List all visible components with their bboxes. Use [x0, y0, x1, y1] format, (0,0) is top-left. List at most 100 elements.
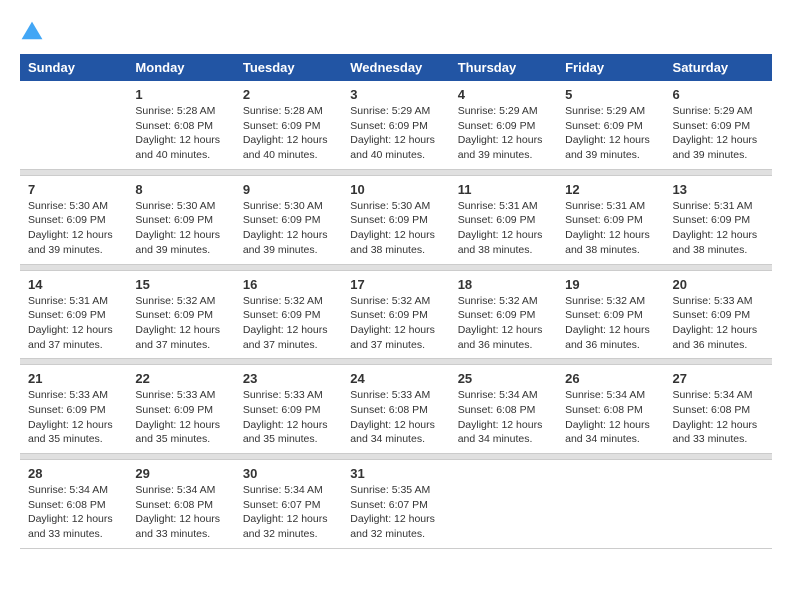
cell-content-line: and 39 minutes.: [135, 243, 226, 258]
cell-content-line: Daylight: 12 hours: [135, 133, 226, 148]
cell-content-line: Sunset: 6:09 PM: [565, 119, 656, 134]
day-number: 14: [28, 277, 119, 292]
calendar-cell: 15Sunrise: 5:32 AMSunset: 6:09 PMDayligh…: [127, 270, 234, 359]
cell-content-line: Daylight: 12 hours: [565, 418, 656, 433]
cell-content-line: and 33 minutes.: [135, 527, 226, 542]
calendar-table: SundayMondayTuesdayWednesdayThursdayFrid…: [20, 54, 772, 549]
cell-content-line: Sunrise: 5:33 AM: [135, 388, 226, 403]
cell-content-line: and 37 minutes.: [28, 338, 119, 353]
calendar-cell: 4Sunrise: 5:29 AMSunset: 6:09 PMDaylight…: [450, 81, 557, 169]
cell-content-line: Daylight: 12 hours: [458, 323, 549, 338]
calendar-cell: 6 Sunrise: 5:29 AMSunset: 6:09 PMDaylight…: [665, 81, 772, 169]
day-number: 27: [673, 371, 764, 386]
cell-content-line: and 36 minutes.: [458, 338, 549, 353]
cell-content-line: Daylight: 12 hours: [673, 228, 764, 243]
cell-content-line: Daylight: 12 hours: [243, 323, 334, 338]
cell-content-line: Daylight: 12 hours: [673, 133, 764, 148]
cell-content-line: Sunset: 6:09 PM: [135, 403, 226, 418]
cell-content-line: Sunset: 6:08 PM: [565, 403, 656, 418]
day-number: 11: [458, 182, 549, 197]
calendar-cell: 2Sunrise: 5:28 AMSunset: 6:09 PMDaylight…: [235, 81, 342, 169]
cell-content-line: and 35 minutes.: [243, 432, 334, 447]
day-number: 26: [565, 371, 656, 386]
cell-content-line: Sunset: 6:09 PM: [243, 213, 334, 228]
cell-content-line: and 39 minutes.: [458, 148, 549, 163]
logo-icon: [20, 20, 44, 44]
cell-content-line: Daylight: 12 hours: [243, 512, 334, 527]
calendar-cell: 5Sunrise: 5:29 AMSunset: 6:09 PMDaylight…: [557, 81, 664, 169]
cell-content-line: Sunset: 6:08 PM: [135, 498, 226, 513]
cell-content-line: Sunset: 6:09 PM: [565, 308, 656, 323]
calendar-cell: 11Sunrise: 5:31 AMSunset: 6:09 PMDayligh…: [450, 175, 557, 264]
cell-content-line: Daylight: 12 hours: [673, 323, 764, 338]
cell-content-line: Sunset: 6:07 PM: [243, 498, 334, 513]
day-number: 9: [243, 182, 334, 197]
day-number: 22: [135, 371, 226, 386]
cell-content-line: and 38 minutes.: [565, 243, 656, 258]
cell-content-line: Sunrise: 5:29 AM: [673, 104, 764, 119]
cell-content-line: Sunrise: 5:31 AM: [565, 199, 656, 214]
calendar-cell: 26Sunrise: 5:34 AMSunset: 6:08 PMDayligh…: [557, 365, 664, 454]
cell-content-line: Sunset: 6:09 PM: [350, 213, 441, 228]
cell-content-line: Sunrise: 5:32 AM: [135, 294, 226, 309]
cell-content-line: Sunset: 6:07 PM: [350, 498, 441, 513]
calendar-cell: 10Sunrise: 5:30 AMSunset: 6:09 PMDayligh…: [342, 175, 449, 264]
day-number: 8: [135, 182, 226, 197]
cell-content-line: Daylight: 12 hours: [28, 323, 119, 338]
cell-content-line: and 33 minutes.: [28, 527, 119, 542]
cell-content-line: and 39 minutes.: [243, 243, 334, 258]
cell-content-line: Daylight: 12 hours: [28, 418, 119, 433]
page-header: [20, 20, 772, 44]
cell-content-line: Daylight: 12 hours: [565, 323, 656, 338]
day-number: 7: [28, 182, 119, 197]
cell-content-line: Sunrise: 5:31 AM: [673, 199, 764, 214]
cell-content-line: and 38 minutes.: [350, 243, 441, 258]
day-number: 20: [673, 277, 764, 292]
day-number: 15: [135, 277, 226, 292]
cell-content-line: and 39 minutes.: [565, 148, 656, 163]
cell-content-line: Sunset: 6:09 PM: [673, 119, 764, 134]
day-number: 28: [28, 466, 119, 481]
cell-content-line: Daylight: 12 hours: [135, 228, 226, 243]
cell-content-line: Sunrise: 5:31 AM: [28, 294, 119, 309]
calendar-week-row: 14Sunrise: 5:31 AMSunset: 6:09 PMDayligh…: [20, 270, 772, 359]
calendar-cell: [450, 460, 557, 549]
cell-content-line: Daylight: 12 hours: [458, 133, 549, 148]
cell-content-line: Sunset: 6:09 PM: [673, 213, 764, 228]
cell-content-line: Daylight: 12 hours: [243, 418, 334, 433]
cell-content-line: Sunrise: 5:35 AM: [350, 483, 441, 498]
cell-content-line: Sunset: 6:09 PM: [673, 308, 764, 323]
calendar-cell: 3Sunrise: 5:29 AMSunset: 6:09 PMDaylight…: [342, 81, 449, 169]
day-number: 23: [243, 371, 334, 386]
calendar-cell: [665, 460, 772, 549]
cell-content-line: Daylight: 12 hours: [243, 133, 334, 148]
calendar-cell: 1Sunrise: 5:28 AMSunset: 6:08 PMDaylight…: [127, 81, 234, 169]
cell-content-line: and 40 minutes.: [243, 148, 334, 163]
day-number: 17: [350, 277, 441, 292]
cell-content-line: and 36 minutes.: [565, 338, 656, 353]
cell-content-line: Daylight: 12 hours: [28, 512, 119, 527]
cell-content-line: and 38 minutes.: [458, 243, 549, 258]
calendar-header-sunday: Sunday: [20, 54, 127, 81]
calendar-cell: 28Sunrise: 5:34 AMSunset: 6:08 PMDayligh…: [20, 460, 127, 549]
cell-content-line: Sunset: 6:09 PM: [243, 308, 334, 323]
calendar-cell: 16Sunrise: 5:32 AMSunset: 6:09 PMDayligh…: [235, 270, 342, 359]
day-number: 12: [565, 182, 656, 197]
calendar-cell: 13Sunrise: 5:31 AMSunset: 6:09 PMDayligh…: [665, 175, 772, 264]
cell-content-line: Sunset: 6:09 PM: [28, 308, 119, 323]
calendar-header-saturday: Saturday: [665, 54, 772, 81]
day-number: 19: [565, 277, 656, 292]
cell-content-line: Sunrise: 5:28 AM: [135, 104, 226, 119]
day-number: 3: [350, 87, 441, 102]
cell-content-line: Sunrise: 5:32 AM: [458, 294, 549, 309]
calendar-cell: 24Sunrise: 5:33 AMSunset: 6:08 PMDayligh…: [342, 365, 449, 454]
cell-content-line: and 36 minutes.: [673, 338, 764, 353]
calendar-week-row: 7Sunrise: 5:30 AMSunset: 6:09 PMDaylight…: [20, 175, 772, 264]
day-number: 31: [350, 466, 441, 481]
cell-content-line: Sunset: 6:09 PM: [28, 403, 119, 418]
calendar-header-row: SundayMondayTuesdayWednesdayThursdayFrid…: [20, 54, 772, 81]
cell-content-line: Daylight: 12 hours: [350, 323, 441, 338]
cell-content-line: Sunrise: 5:33 AM: [243, 388, 334, 403]
day-number: 1: [135, 87, 226, 102]
day-number: 6: [673, 87, 764, 102]
